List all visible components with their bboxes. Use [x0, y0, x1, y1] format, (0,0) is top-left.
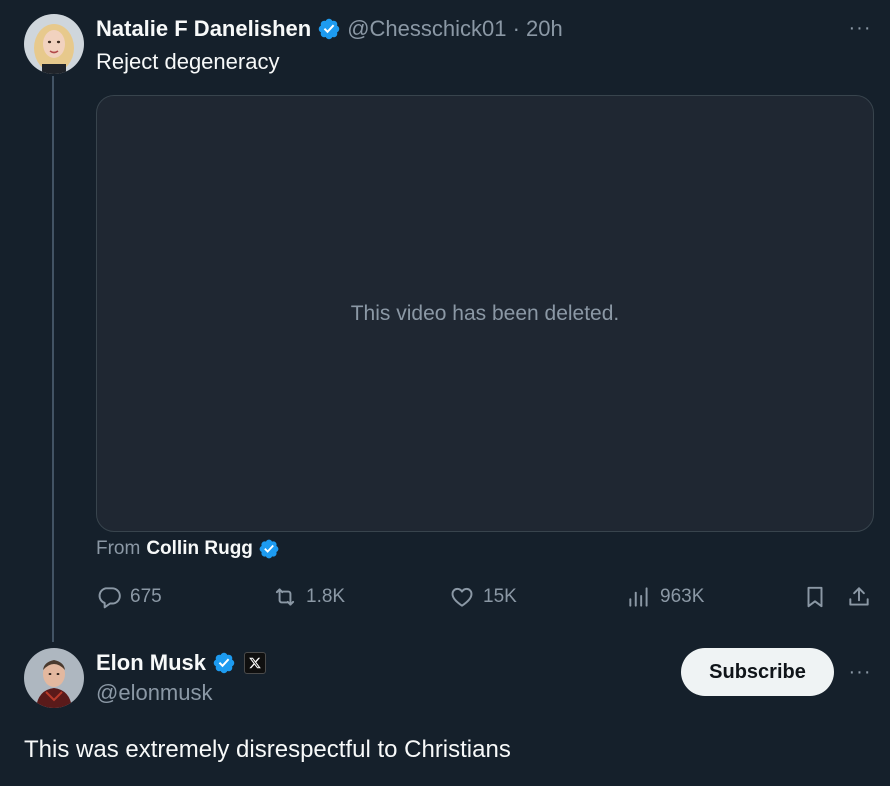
reply-author-handle[interactable]: @elonmusk: [96, 680, 213, 706]
author-handle-timestamp[interactable]: @Chesschick01 · 20h: [347, 16, 563, 42]
video-deleted-message: This video has been deleted.: [350, 301, 620, 325]
heart-icon: [451, 587, 473, 607]
verified-badge-icon: [317, 17, 341, 41]
natalie-avatar[interactable]: [24, 14, 84, 74]
share-icon: [849, 587, 869, 606]
subscribe-button[interactable]: Subscribe: [681, 648, 834, 696]
reply-header: Elon Musk: [96, 648, 267, 678]
tweet-action-bar: 675 1.8K 15K 963K: [96, 584, 876, 614]
x-affiliation-icon[interactable]: [244, 652, 267, 674]
video-placeholder[interactable]: This video has been deleted.: [96, 95, 874, 532]
more-options-icon[interactable]: ···: [846, 658, 874, 686]
like-count: 15K: [483, 586, 517, 607]
bookmark-button[interactable]: [802, 584, 828, 610]
bookmark-icon: [807, 586, 823, 608]
author-name[interactable]: Natalie F Danelishen: [96, 16, 311, 42]
repost-button[interactable]: 1.8K: [272, 584, 345, 610]
repost-count: 1.8K: [306, 586, 346, 607]
source-author-name[interactable]: Collin Rugg: [146, 538, 253, 560]
reply-count: 675: [130, 586, 162, 607]
verified-badge-icon: [258, 538, 280, 560]
author-name[interactable]: Elon Musk: [96, 650, 206, 676]
quoted-tweet-text: Reject degeneracy: [96, 49, 280, 74]
quoted-tweet-header: Natalie F Danelishen @Chesschick01 · 20h: [96, 14, 563, 44]
repost-icon: [275, 588, 295, 606]
reply-text: This was extremely disrespectful to Chri…: [24, 736, 511, 763]
video-source: From Collin Rugg: [96, 538, 286, 560]
like-button[interactable]: 15K: [449, 584, 517, 610]
thread-connector-line: [52, 76, 54, 642]
analytics-icon: [629, 587, 648, 607]
verified-badge-icon: [212, 651, 236, 675]
tweet-thread: Natalie F Danelishen @Chesschick01 · 20h…: [0, 0, 890, 786]
view-count: 963K: [660, 586, 705, 607]
share-button[interactable]: [846, 584, 872, 610]
reply-icon: [98, 587, 121, 609]
elon-avatar[interactable]: [24, 648, 84, 708]
more-options-icon[interactable]: ···: [846, 14, 874, 42]
from-label: From: [96, 538, 141, 559]
reply-button[interactable]: 675: [96, 584, 162, 610]
views-button[interactable]: 963K: [626, 584, 704, 610]
